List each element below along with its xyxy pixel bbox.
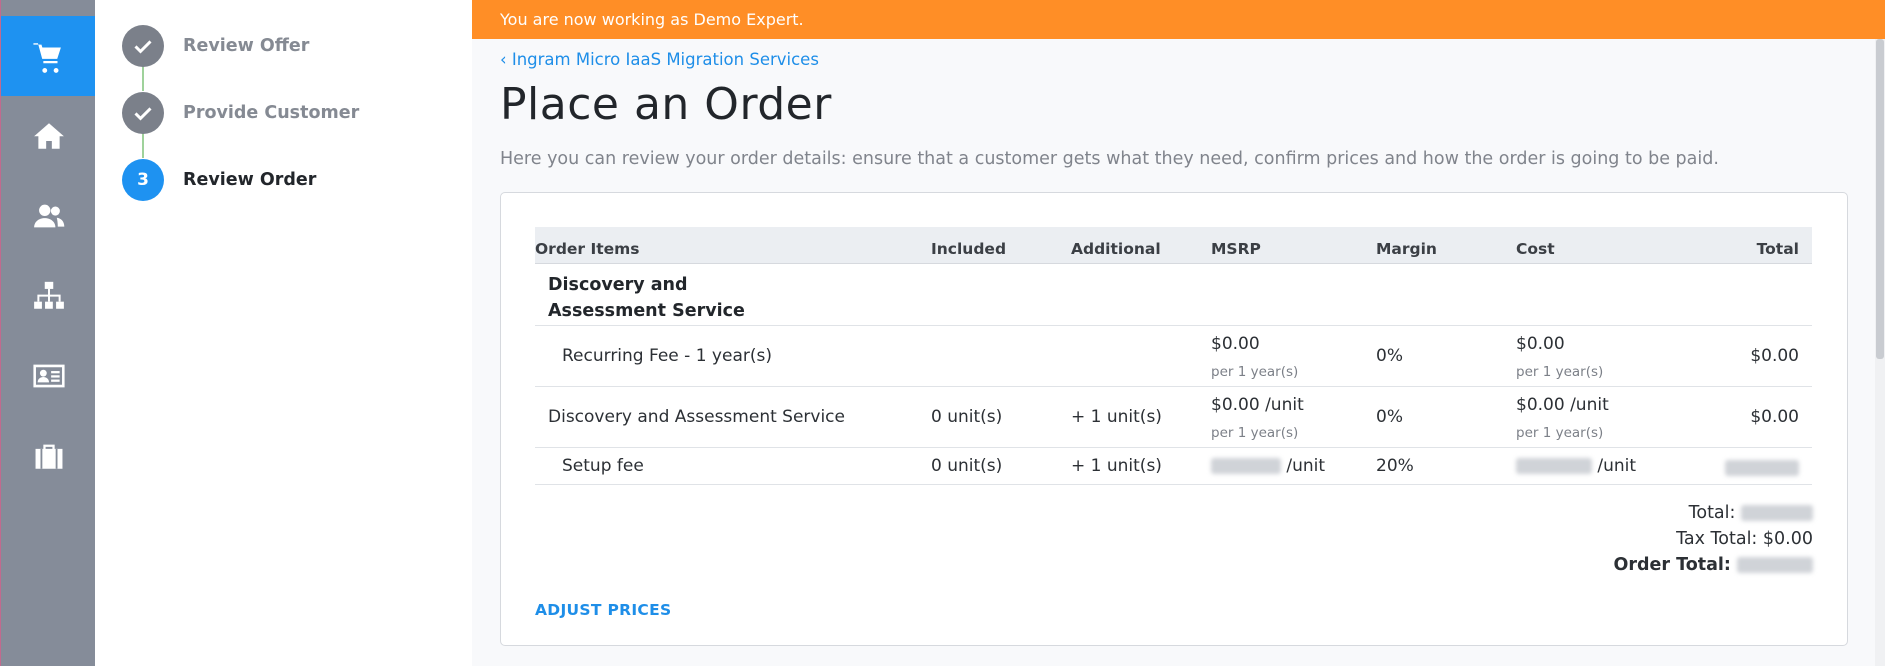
- header-total: Total: [1756, 240, 1799, 258]
- main-content: ‹ Ingram Micro IaaS Migration Services P…: [472, 39, 1885, 666]
- redacted-price: [1741, 505, 1813, 521]
- back-link-label: Ingram Micro IaaS Migration Services: [511, 50, 819, 69]
- table-group-row: Discovery and Assessment Service: [535, 264, 1812, 326]
- check-icon: [134, 107, 152, 121]
- redacted-price: [1737, 557, 1813, 573]
- margin-value: 0%: [1376, 407, 1403, 427]
- msrp-period: per 1 year(s): [1211, 425, 1299, 441]
- page-title: Place an Order: [500, 79, 832, 130]
- hierarchy-icon: [33, 281, 64, 309]
- cost-value: $0.00 /unit: [1516, 395, 1609, 415]
- tax-total-line: Tax Total: $0.00: [1676, 529, 1813, 549]
- msrp-period: per 1 year(s): [1211, 364, 1299, 380]
- order-totals: Total: Tax Total: $0.00 Order Total:: [1613, 500, 1813, 578]
- order-summary-card: Order Items Included Additional MSRP Mar…: [500, 192, 1848, 646]
- msrp-value: $0.00 /unit: [1211, 395, 1304, 415]
- table-row: Discovery and Assessment Service 0 unit(…: [535, 387, 1812, 448]
- header-order-items: Order Items: [535, 240, 640, 258]
- header-additional: Additional: [1071, 240, 1161, 258]
- step-connector: [142, 133, 144, 158]
- page-description: Here you can review your order details: …: [500, 149, 1719, 169]
- total-value: $0.00: [1750, 407, 1799, 427]
- scrollbar[interactable]: [1875, 39, 1885, 666]
- order-items-table: Order Items Included Additional MSRP Mar…: [535, 227, 1812, 485]
- order-total-line: Order Total:: [1613, 552, 1813, 578]
- table-row: Setup fee 0 unit(s) + 1 unit(s) /unit 20…: [535, 448, 1812, 485]
- cost-value: $0.00: [1516, 334, 1565, 354]
- table-header: Order Items Included Additional MSRP Mar…: [535, 227, 1812, 264]
- table-row: Recurring Fee - 1 year(s) $0.00 per 1 ye…: [535, 326, 1812, 387]
- item-name: Recurring Fee - 1 year(s): [562, 346, 772, 366]
- item-name: Setup fee: [562, 456, 644, 476]
- msrp-value: /unit: [1211, 456, 1325, 476]
- step-review-offer[interactable]: Review Offer: [122, 25, 309, 67]
- group-title: Discovery and Assessment Service: [548, 275, 745, 321]
- wizard-steps: Review Offer Provide Customer 3 Review O…: [95, 0, 472, 666]
- contact-card-icon: [32, 364, 65, 388]
- back-link[interactable]: ‹ Ingram Micro IaaS Migration Services: [500, 50, 819, 69]
- briefcase-icon: [35, 444, 62, 469]
- margin-value: 20%: [1376, 456, 1414, 476]
- cost-period: per 1 year(s): [1516, 425, 1604, 441]
- nav-orders[interactable]: [1, 16, 96, 96]
- additional-value: + 1 unit(s): [1071, 456, 1162, 476]
- impersonation-banner: You are now working as Demo Expert.: [472, 0, 1885, 39]
- redacted-price: [1725, 460, 1799, 476]
- step-label: Provide Customer: [183, 103, 360, 123]
- included-value: 0 unit(s): [931, 407, 1003, 427]
- step-label: Review Offer: [183, 36, 310, 56]
- margin-value: 0%: [1376, 346, 1403, 366]
- adjust-prices-link[interactable]: ADJUST PRICES: [535, 601, 671, 619]
- total-line: Total:: [1613, 500, 1813, 526]
- nav-contacts[interactable]: [1, 336, 96, 416]
- cost-value: /unit: [1516, 456, 1636, 476]
- nav-home[interactable]: [1, 96, 96, 176]
- step-connector: [142, 66, 144, 91]
- step-provide-customer[interactable]: Provide Customer: [122, 92, 359, 134]
- header-included: Included: [931, 240, 1007, 258]
- redacted-price: [1516, 458, 1592, 474]
- header-msrp: MSRP: [1211, 240, 1261, 258]
- step-label: Review Order: [183, 170, 317, 190]
- redacted-price: [1211, 458, 1281, 474]
- nav-hierarchy[interactable]: [1, 256, 96, 336]
- included-value: 0 unit(s): [931, 456, 1003, 476]
- step-review-order: 3 Review Order: [122, 159, 316, 201]
- header-cost: Cost: [1516, 240, 1555, 258]
- msrp-value: $0.00: [1211, 334, 1260, 354]
- users-icon: [33, 204, 64, 228]
- additional-value: + 1 unit(s): [1071, 407, 1162, 427]
- item-name: Discovery and Assessment Service: [548, 407, 845, 427]
- header-margin: Margin: [1376, 240, 1437, 258]
- step-done-badge: [122, 92, 164, 134]
- total-value: [1725, 458, 1799, 478]
- home-icon: [33, 123, 64, 149]
- step-number-badge: 3: [122, 159, 164, 201]
- nav-services[interactable]: [1, 416, 96, 496]
- nav-rail: [0, 0, 96, 666]
- cart-icon: [32, 43, 61, 73]
- scrollbar-thumb[interactable]: [1876, 39, 1884, 359]
- total-value: $0.00: [1750, 346, 1799, 366]
- nav-customers[interactable]: [1, 176, 96, 256]
- cost-period: per 1 year(s): [1516, 364, 1604, 380]
- step-done-badge: [122, 25, 164, 67]
- check-icon: [134, 40, 152, 54]
